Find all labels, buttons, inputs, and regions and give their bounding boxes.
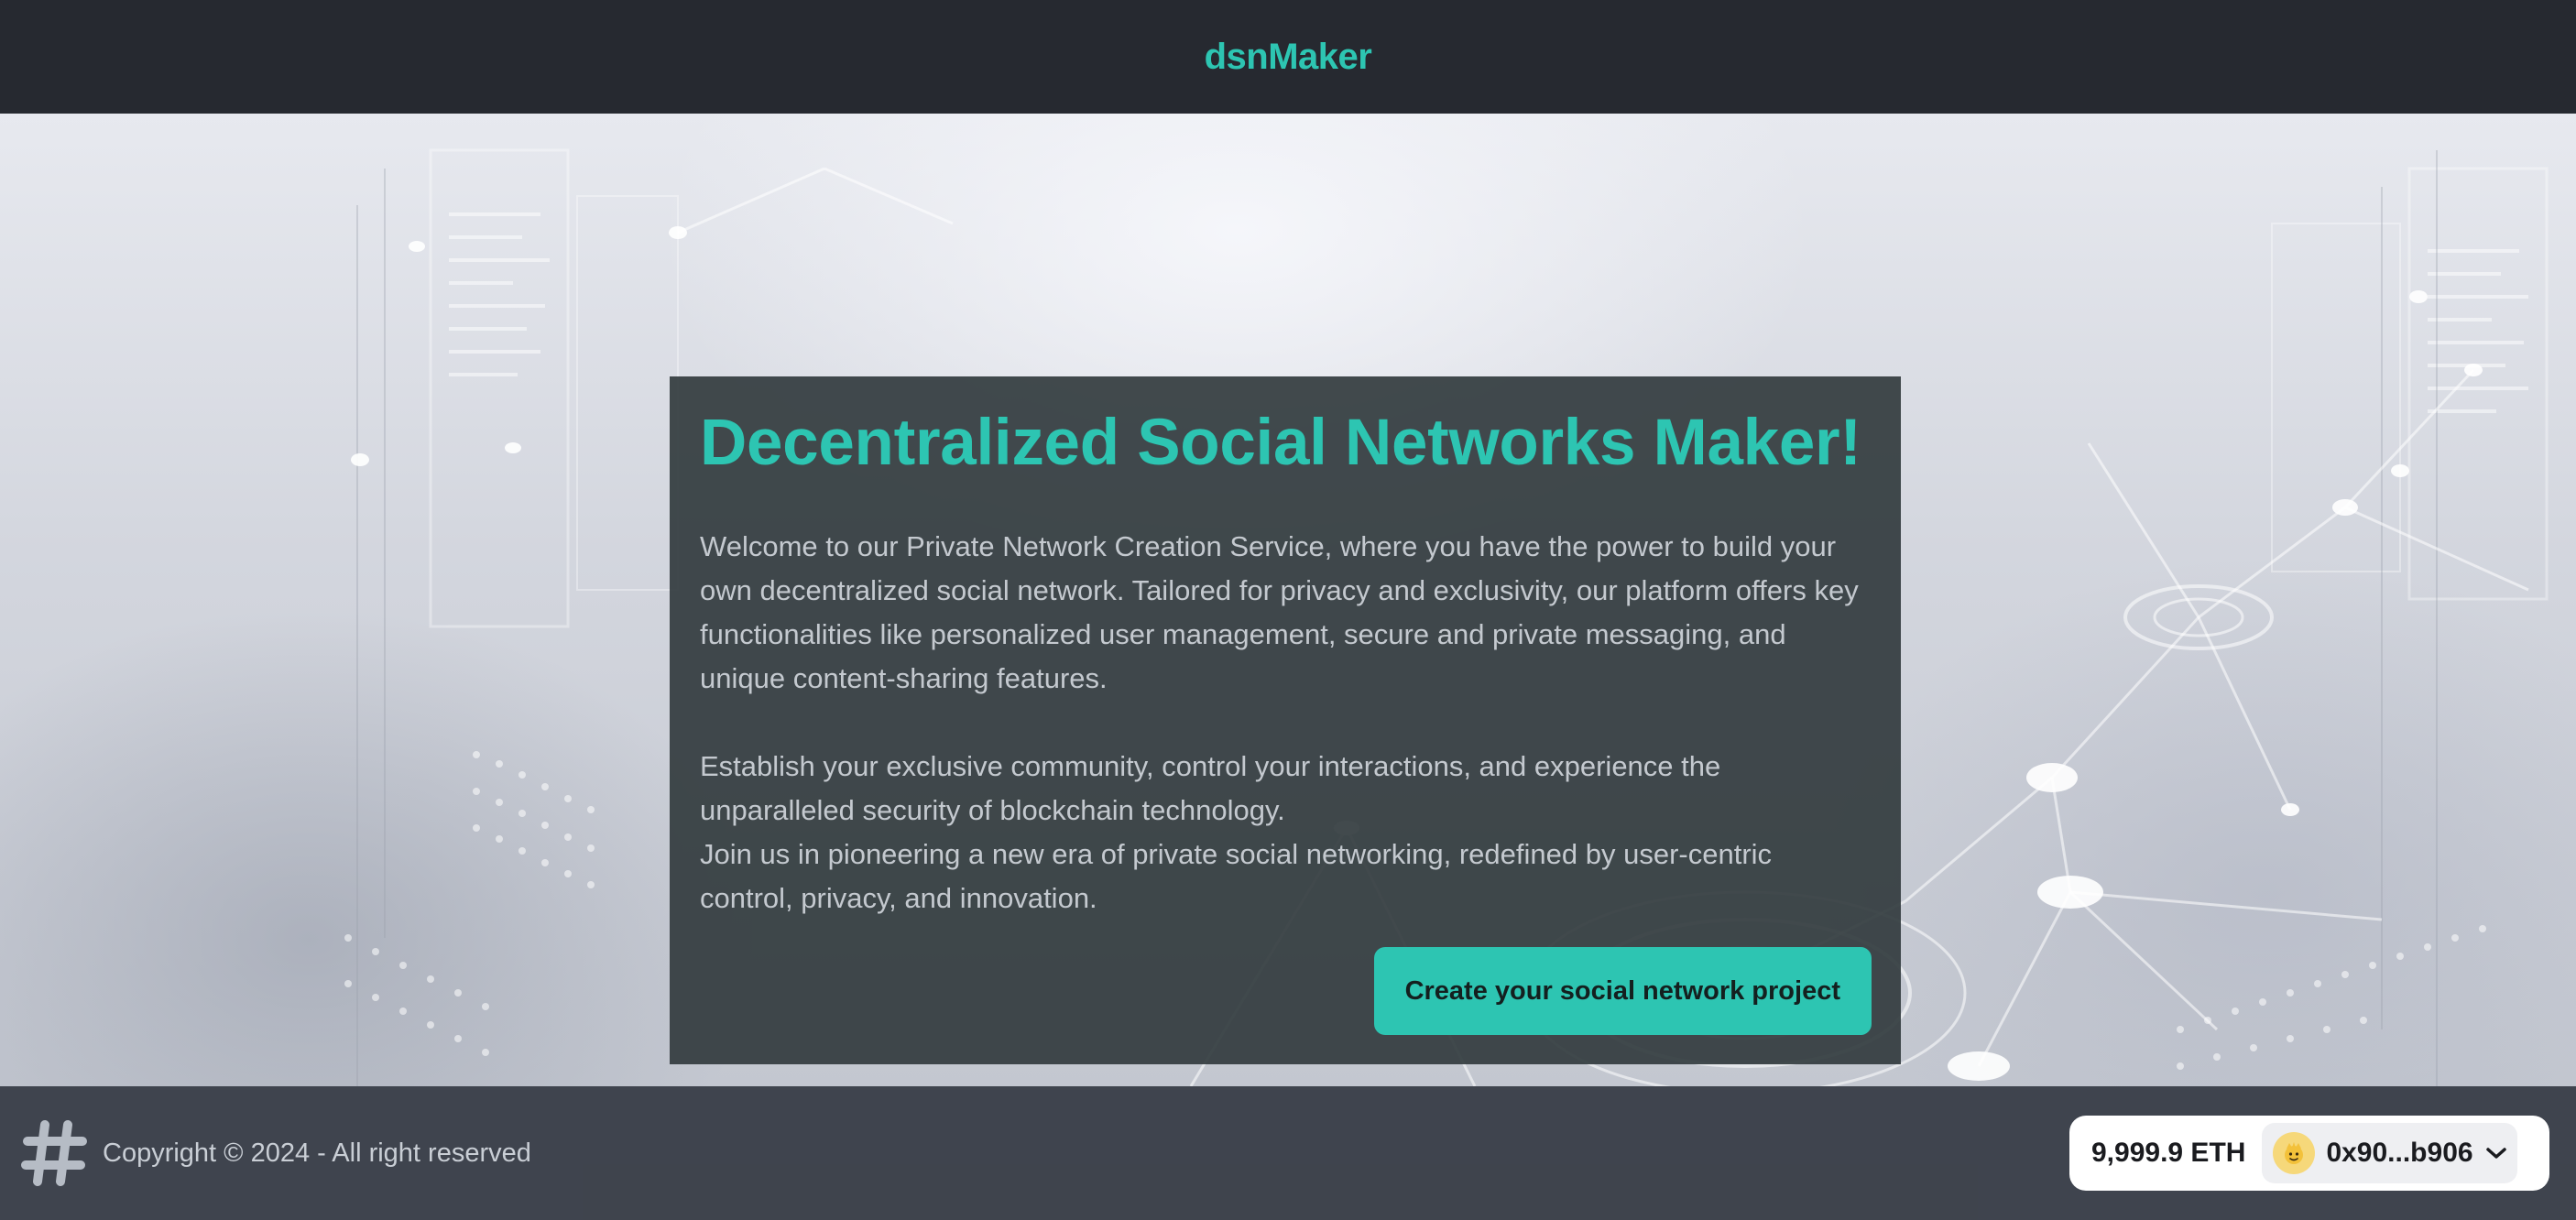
intro-card: Decentralized Social Networks Maker! Wel… xyxy=(670,376,1901,1064)
copyright-text: Copyright © 2024 - All right reserved xyxy=(103,1138,531,1168)
hero-title: Decentralized Social Networks Maker! xyxy=(700,407,1861,479)
chevron-down-icon xyxy=(2484,1141,2508,1165)
top-navbar: dsnMaker xyxy=(0,0,2576,114)
join-paragraph: Join us in pioneering a new era of priva… xyxy=(700,838,1773,914)
emoji-avatar-icon xyxy=(2273,1132,2316,1174)
brand-logo-link[interactable]: dsnMaker xyxy=(1190,29,1387,85)
hero-description: Welcome to our Private Network Creation … xyxy=(700,525,1872,920)
hashtag-icon xyxy=(21,1120,87,1186)
wallet-widget: 9,999.9 ETH 0x90...b906 xyxy=(2069,1116,2549,1191)
account-button[interactable]: 0x90...b906 xyxy=(2262,1123,2517,1183)
wallet-address: 0x90...b906 xyxy=(2326,1138,2473,1168)
create-project-button[interactable]: Create your social network project xyxy=(1373,947,1872,1035)
intro-paragraph: Welcome to our Private Network Creation … xyxy=(700,530,1859,694)
community-paragraph: Establish your exclusive community, cont… xyxy=(700,750,1721,826)
eth-balance[interactable]: 9,999.9 ETH xyxy=(2091,1138,2245,1169)
hero-section: Decentralized Social Networks Maker! Wel… xyxy=(0,114,2576,1086)
footer: Copyright © 2024 - All right reserved 9,… xyxy=(0,1086,2576,1220)
